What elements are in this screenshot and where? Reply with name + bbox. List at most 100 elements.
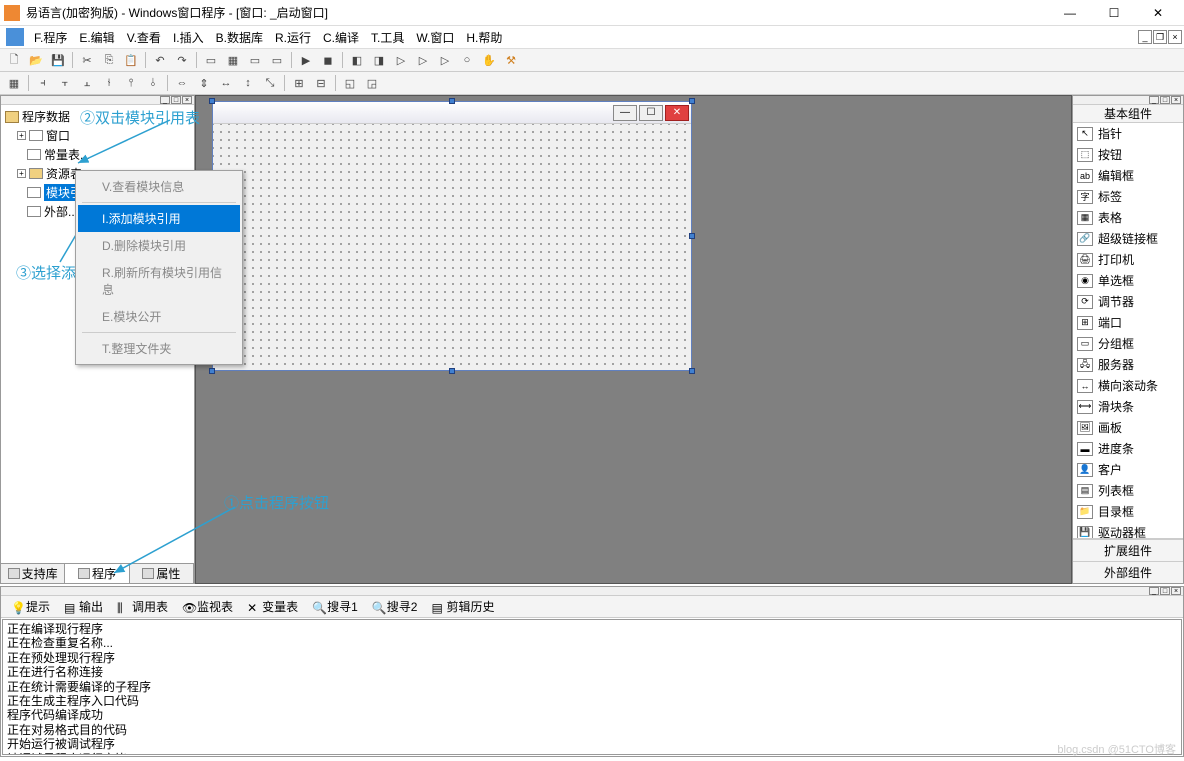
maximize-button[interactable]: ☐ <box>1092 1 1136 25</box>
size-w-icon[interactable]: ↔ <box>216 74 236 92</box>
resize-handle[interactable] <box>449 98 455 104</box>
tb-icon-11[interactable]: ✋ <box>479 51 499 69</box>
tab-search1[interactable]: 🔍搜寻1 <box>306 597 364 616</box>
tb-icon-6[interactable]: ◨ <box>369 51 389 69</box>
menu-database[interactable]: B.数据库 <box>210 27 269 48</box>
tab-search2[interactable]: 🔍搜寻2 <box>366 597 424 616</box>
tb-icon-4[interactable]: ▭ <box>267 51 287 69</box>
menu-view[interactable]: V.查看 <box>121 27 167 48</box>
component-item[interactable]: 🖼画板 <box>1073 417 1183 438</box>
tab-vartable[interactable]: ✕变量表 <box>241 597 304 616</box>
form-body[interactable] <box>213 124 691 370</box>
front-icon[interactable]: ◱ <box>340 74 360 92</box>
component-item[interactable]: ⟳调节器 <box>1073 291 1183 312</box>
cut-icon[interactable]: ✂ <box>77 51 97 69</box>
panel-min-icon[interactable]: _ <box>1149 96 1159 104</box>
tb-icon-1[interactable]: ▭ <box>201 51 221 69</box>
menu-window[interactable]: W.窗口 <box>410 27 460 48</box>
form-max-button[interactable]: ☐ <box>639 105 663 121</box>
size-both-icon[interactable]: ⤡ <box>260 74 280 92</box>
component-item[interactable]: ⬚按钮 <box>1073 144 1183 165</box>
minimize-button[interactable]: — <box>1048 1 1092 25</box>
close-button[interactable]: ✕ <box>1136 1 1180 25</box>
menu-compile[interactable]: C.编译 <box>317 27 365 48</box>
back-icon[interactable]: ◲ <box>362 74 382 92</box>
panel-min-icon[interactable]: _ <box>1149 587 1159 595</box>
open-icon[interactable]: 📂 <box>26 51 46 69</box>
panel-max-icon[interactable]: □ <box>1160 96 1170 104</box>
panel-min-icon[interactable]: _ <box>160 96 170 104</box>
menu-edit[interactable]: E.编辑 <box>73 27 120 48</box>
center-v-icon[interactable]: ⊟ <box>311 74 331 92</box>
dist-h-icon[interactable]: ⇔ <box>172 74 192 92</box>
panel-close-icon[interactable]: × <box>1171 587 1181 595</box>
center-h-icon[interactable]: ⊞ <box>289 74 309 92</box>
tab-watch[interactable]: 👁监视表 <box>176 597 239 616</box>
cat-external[interactable]: 外部组件 <box>1073 561 1183 583</box>
panel-close-icon[interactable]: × <box>1171 96 1181 104</box>
tab-property[interactable]: 属性 <box>130 564 194 583</box>
align-right-icon[interactable]: ⫠ <box>77 74 97 92</box>
hammer-icon[interactable]: ⚒ <box>501 51 521 69</box>
new-icon[interactable]: 🗋 <box>4 51 24 69</box>
menu-tools[interactable]: T.工具 <box>365 27 410 48</box>
cat-extended[interactable]: 扩展组件 <box>1073 539 1183 561</box>
align-middle-icon[interactable]: ⫯ <box>121 74 141 92</box>
tab-calltable[interactable]: ⫼调用表 <box>111 597 174 616</box>
component-item[interactable]: ⊞端口 <box>1073 312 1183 333</box>
component-item[interactable]: ↖指针 <box>1073 123 1183 144</box>
expander-icon[interactable]: + <box>17 169 26 178</box>
resize-handle[interactable] <box>209 98 215 104</box>
align-top-icon[interactable]: ⫮ <box>99 74 119 92</box>
form-min-button[interactable]: — <box>613 105 637 121</box>
panel-close-icon[interactable]: × <box>182 96 192 104</box>
resize-handle[interactable] <box>449 368 455 374</box>
panel-max-icon[interactable]: □ <box>171 96 181 104</box>
mdi-min-button[interactable]: _ <box>1138 30 1152 44</box>
mdi-restore-button[interactable]: ❐ <box>1153 30 1167 44</box>
tb-icon-3[interactable]: ▭ <box>245 51 265 69</box>
tree-node-const[interactable]: 常量表... <box>3 145 192 164</box>
stop-icon[interactable]: ◼ <box>318 51 338 69</box>
component-item[interactable]: ▤列表框 <box>1073 480 1183 501</box>
tb-icon-5[interactable]: ◧ <box>347 51 367 69</box>
component-item[interactable]: 字标签 <box>1073 186 1183 207</box>
component-item[interactable]: 🖧服务器 <box>1073 354 1183 375</box>
tab-program[interactable]: 程序 <box>65 564 129 583</box>
context-menu-item[interactable]: I.添加模块引用 <box>78 205 240 232</box>
tree-root[interactable]: 程序数据 <box>3 107 192 126</box>
component-item[interactable]: ⟷滑块条 <box>1073 396 1183 417</box>
form-close-button[interactable]: ✕ <box>665 105 689 121</box>
align-center-icon[interactable]: ⫟ <box>55 74 75 92</box>
tb-icon-2[interactable]: ▦ <box>223 51 243 69</box>
component-item[interactable]: ◉单选框 <box>1073 270 1183 291</box>
component-item[interactable]: 🖨打印机 <box>1073 249 1183 270</box>
size-h-icon[interactable]: ↕ <box>238 74 258 92</box>
component-item[interactable]: 👤客户 <box>1073 459 1183 480</box>
tab-output[interactable]: ▤输出 <box>58 597 109 616</box>
align-bottom-icon[interactable]: ⫰ <box>143 74 163 92</box>
copy-icon[interactable]: ⎘ <box>99 51 119 69</box>
dist-v-icon[interactable]: ⇕ <box>194 74 214 92</box>
resize-handle[interactable] <box>689 98 695 104</box>
tab-cliphistory[interactable]: ▤剪辑历史 <box>425 597 500 616</box>
form-window[interactable]: — ☐ ✕ <box>212 101 692 371</box>
resize-handle[interactable] <box>689 233 695 239</box>
output-area[interactable]: 正在编译现行程序正在检查重复名称...正在预处理现行程序正在进行名称连接正在统计… <box>2 619 1182 755</box>
paste-icon[interactable]: 📋 <box>121 51 141 69</box>
save-icon[interactable]: 💾 <box>48 51 68 69</box>
resize-handle[interactable] <box>209 368 215 374</box>
component-item[interactable]: 💾驱动器框 <box>1073 522 1183 538</box>
menu-run[interactable]: R.运行 <box>269 27 317 48</box>
component-item[interactable]: ↔横向滚动条 <box>1073 375 1183 396</box>
mdi-close-button[interactable]: × <box>1168 30 1182 44</box>
resize-handle[interactable] <box>689 368 695 374</box>
component-item[interactable]: ▭分组框 <box>1073 333 1183 354</box>
tb-icon-8[interactable]: ▷ <box>413 51 433 69</box>
component-item[interactable]: ▬进度条 <box>1073 438 1183 459</box>
panel-max-icon[interactable]: □ <box>1160 587 1170 595</box>
component-item[interactable]: 📁目录框 <box>1073 501 1183 522</box>
component-item[interactable]: ▦表格 <box>1073 207 1183 228</box>
tb-icon-7[interactable]: ▷ <box>391 51 411 69</box>
component-list[interactable]: ↖指针⬚按钮ab编辑框字标签▦表格🔗超级链接框🖨打印机◉单选框⟳调节器⊞端口▭分… <box>1073 123 1183 538</box>
